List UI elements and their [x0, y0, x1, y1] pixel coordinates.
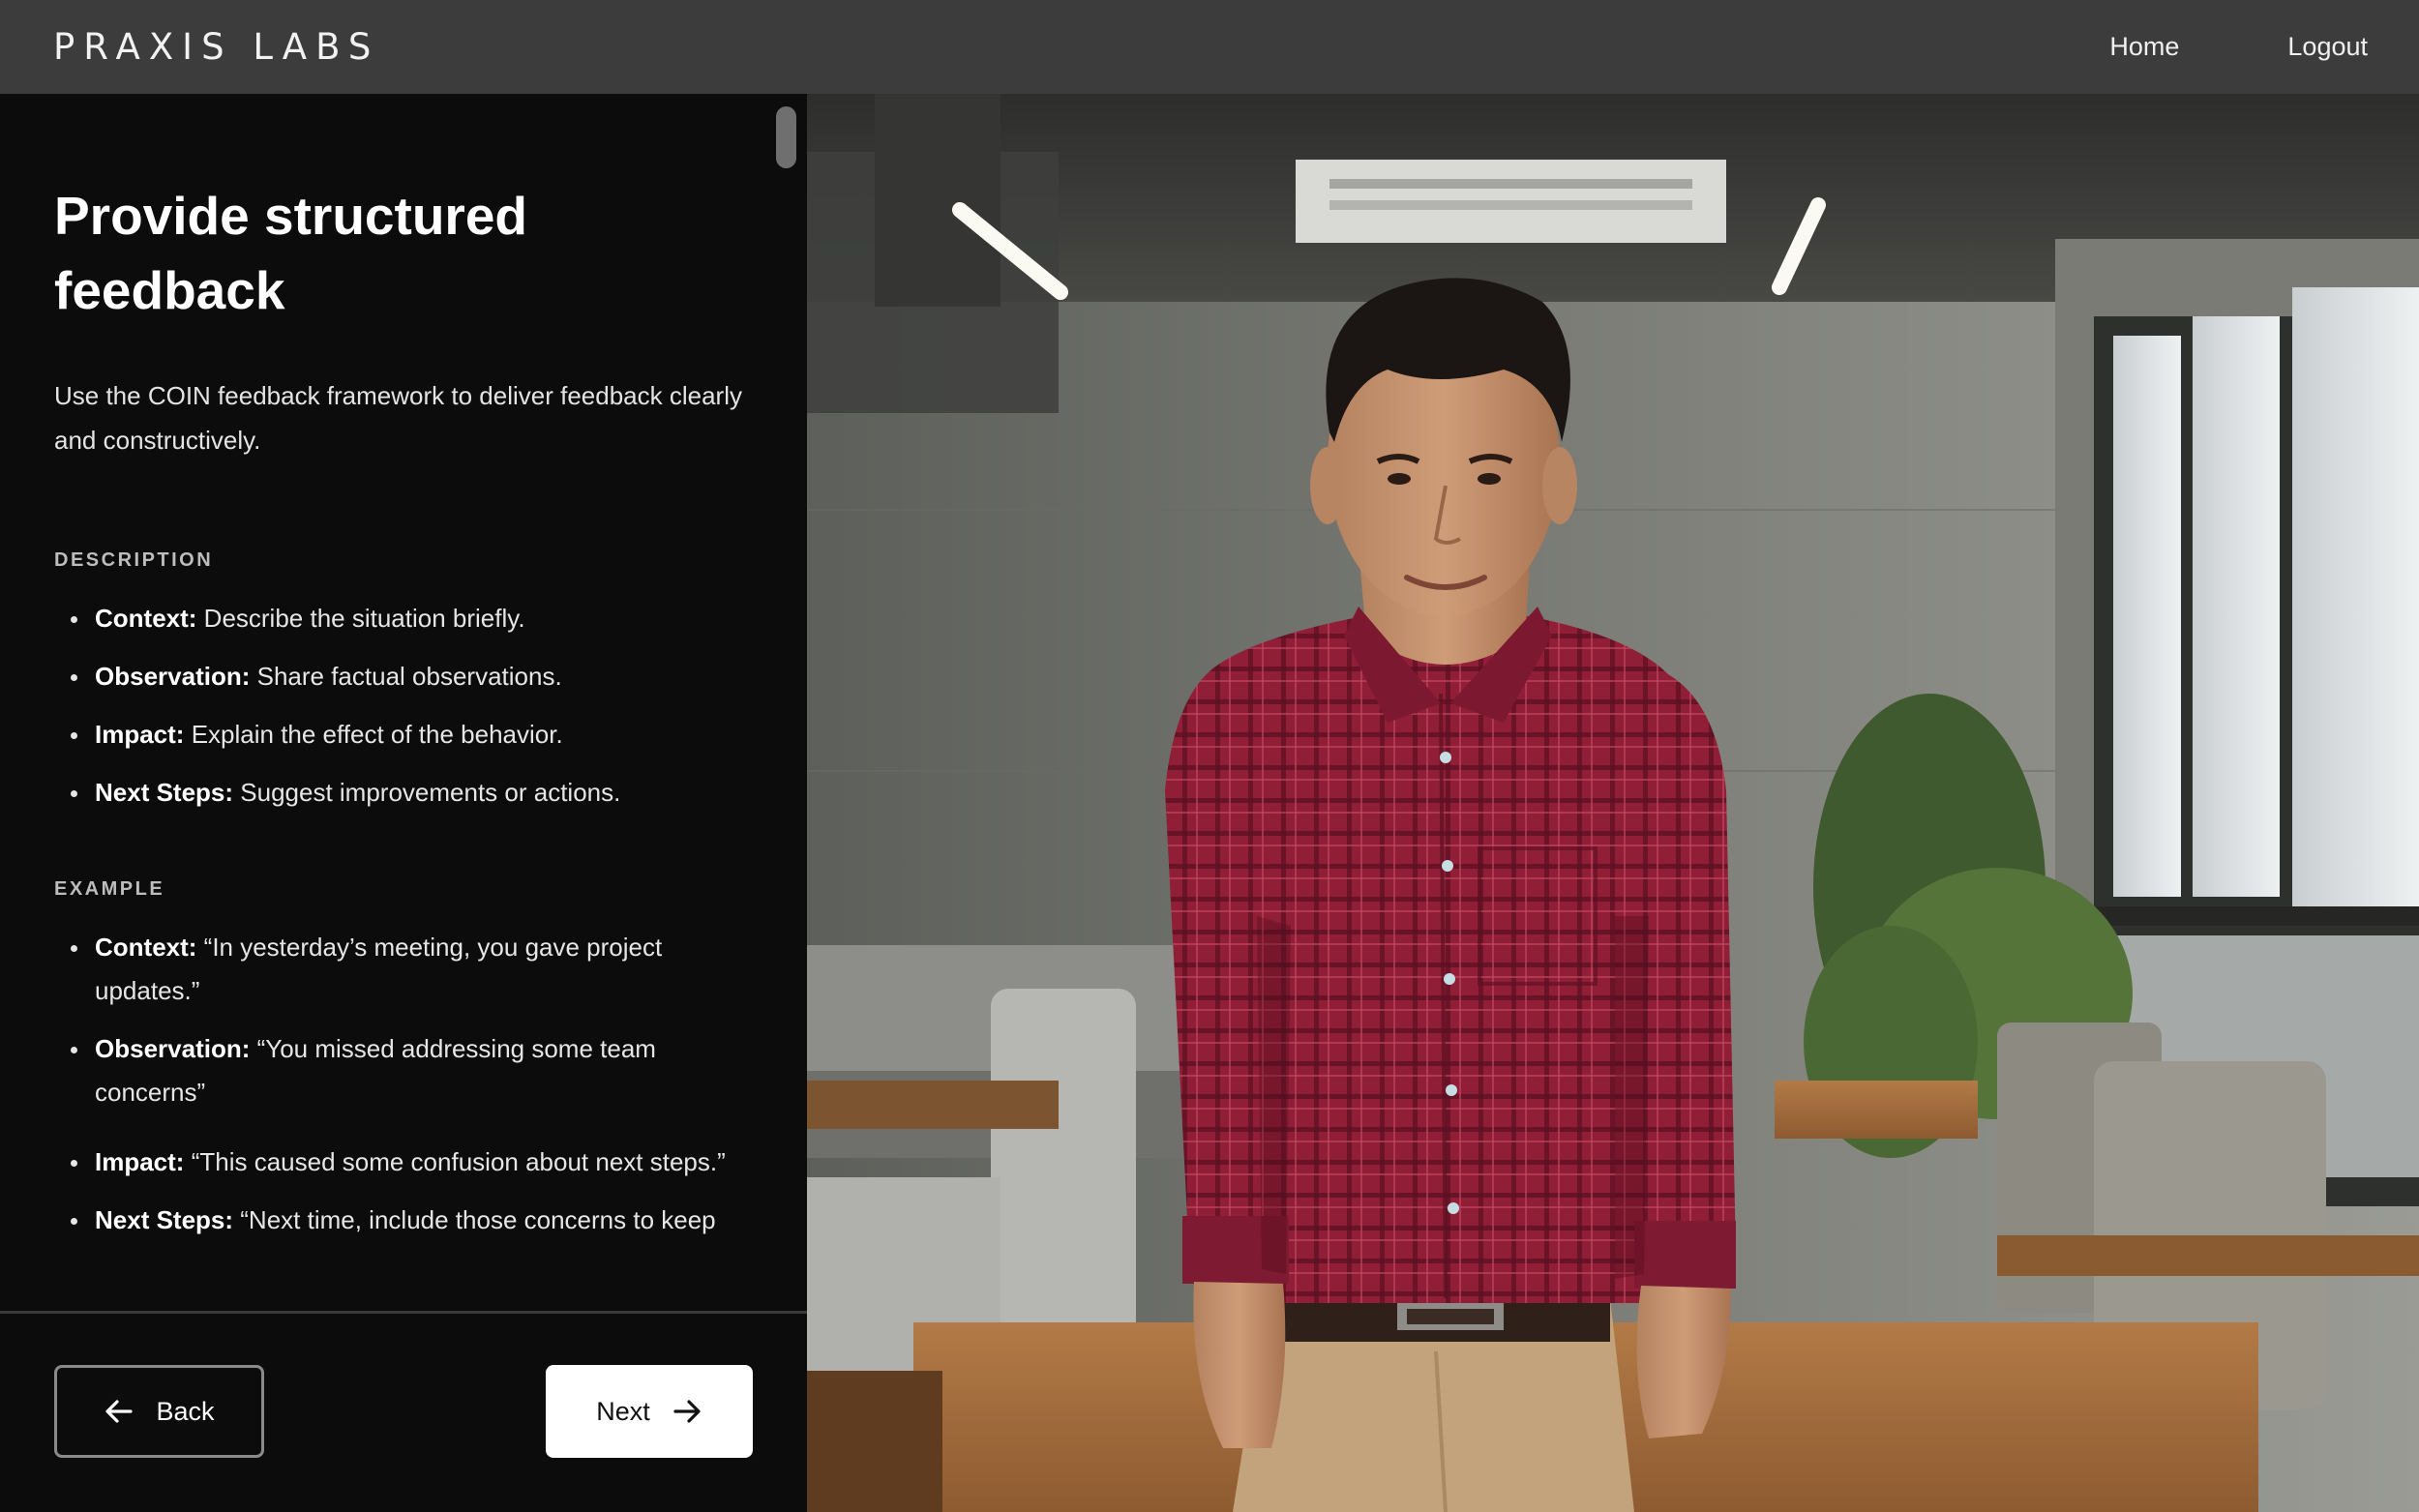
scrollbar-thumb[interactable] [776, 106, 796, 168]
description-list: Context: Describe the situation briefly.… [54, 597, 753, 815]
example-list: Context: “In yesterday’s meeting, you ga… [54, 926, 753, 1242]
list-item-term: Next Steps: [95, 778, 234, 807]
nav-home-link[interactable]: Home [2109, 32, 2179, 62]
list-item-text: Suggest improvements or actions. [233, 778, 621, 807]
list-item-text: Describe the situation briefly. [196, 604, 525, 633]
description-heading: DESCRIPTION [54, 549, 214, 571]
back-button[interactable]: Back [54, 1365, 264, 1458]
page-subtitle: Use the COIN feedback framework to deliv… [54, 381, 742, 455]
list-item-text: Explain the effect of the behavior. [184, 720, 563, 749]
top-nav: Home Logout [2109, 32, 2368, 62]
top-navigation-bar: PRAXIS LABS Home Logout [0, 0, 2419, 94]
list-item: Next Steps: Suggest improvements or acti… [54, 771, 770, 815]
nav-logout-link[interactable]: Logout [2287, 32, 2368, 62]
list-item: Observation: “You missed addressing some… [54, 1027, 770, 1114]
list-item-term: Impact: [95, 720, 185, 749]
list-item-term: Next Steps: [95, 1205, 234, 1234]
list-item-text: Share factual observations. [250, 662, 562, 691]
list-item-term: Impact: [95, 1147, 185, 1176]
list-item-term: Observation: [95, 1034, 251, 1063]
list-item: Context: Describe the situation briefly. [54, 597, 770, 640]
list-item-term: Observation: [95, 662, 251, 691]
example-heading: EXAMPLE [54, 878, 165, 900]
portrait-photo [807, 94, 2419, 1512]
list-item: Context: “In yesterday’s meeting, you ga… [54, 926, 770, 1013]
arrow-left-icon [104, 1396, 134, 1427]
list-item: Next Steps: “Next time, include those co… [54, 1199, 770, 1242]
list-item: Impact: Explain the effect of the behavi… [54, 713, 770, 756]
list-item-term: Context: [95, 933, 197, 962]
list-item-term: Context: [95, 604, 197, 633]
page-title: Provide structured feedback [54, 186, 528, 320]
back-button-label: Back [156, 1396, 215, 1426]
list-item-text: “This caused some confusion about next s… [184, 1147, 726, 1176]
panel-footer: Back Next [0, 1311, 807, 1512]
next-button[interactable]: Next [546, 1365, 753, 1458]
list-item-text: “Next time, include those concerns to ke… [233, 1205, 716, 1234]
arrow-right-icon [672, 1396, 702, 1427]
instruction-panel: Provide structured feedback Use the COIN… [0, 94, 807, 1512]
instruction-scroll-area[interactable]: Provide structured feedback Use the COIN… [0, 94, 807, 1311]
list-item: Observation: Share factual observations. [54, 655, 770, 698]
office-scene-illustration [807, 94, 2419, 1512]
next-button-label: Next [596, 1396, 650, 1426]
list-item: Impact: “This caused some confusion abou… [54, 1141, 770, 1184]
brand-logo[interactable]: PRAXIS LABS [53, 26, 379, 68]
